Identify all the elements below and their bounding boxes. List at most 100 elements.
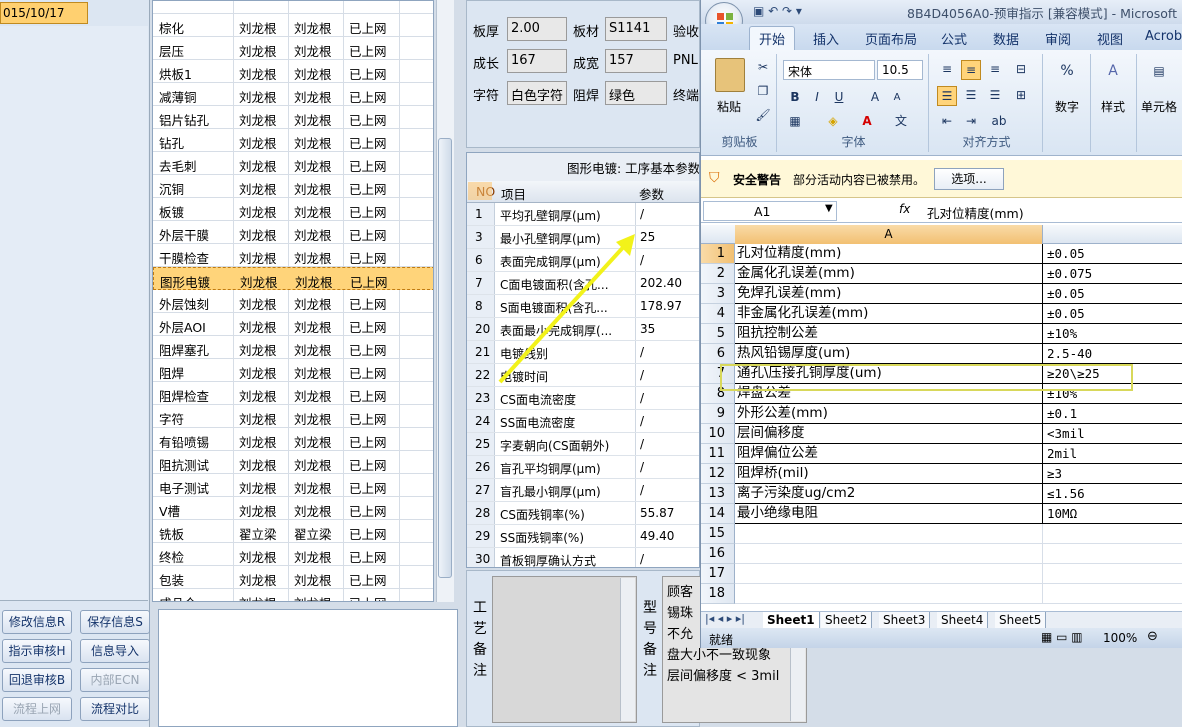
process-row[interactable]: 外层干膜 刘龙根 刘龙根 已上网 [153, 221, 433, 244]
row-number[interactable]: 6 [701, 344, 735, 364]
cell-a[interactable] [735, 544, 1043, 564]
row-number[interactable]: 10 [701, 424, 735, 444]
tab-view[interactable]: 视图 [1097, 29, 1123, 48]
cell-b[interactable]: <3mil [1043, 424, 1182, 444]
cell-b[interactable] [1043, 544, 1182, 564]
cell-a[interactable]: 非金属化孔误差(mm) [735, 304, 1043, 324]
sheet-tab-5[interactable]: Sheet5 [995, 612, 1047, 629]
style-icon[interactable]: A [1103, 62, 1123, 82]
process-row[interactable]: 字符 刘龙根 刘龙根 已上网 [153, 405, 433, 428]
cell-b[interactable]: ±0.075 [1043, 264, 1182, 284]
sheet-row[interactable]: 18 [701, 584, 1182, 604]
sheet-row[interactable]: 15 [701, 524, 1182, 544]
param-row[interactable]: 20 表面最小完成铜厚(... 35 [467, 318, 699, 341]
param-table[interactable]: 图形电镀: 工序基本参数 NO 项目 参数 1 平均孔壁铜厚(μm) / 3 最小孔壁铜… [466, 152, 700, 568]
cell-b[interactable] [1043, 564, 1182, 584]
cell-b[interactable]: 10MΩ [1043, 504, 1182, 524]
process-row[interactable]: 棕化 刘龙根 刘龙根 已上网 [153, 14, 433, 37]
row-number[interactable]: 9 [701, 404, 735, 424]
sheet-tab-3[interactable]: Sheet3 [879, 612, 931, 629]
sheet-tab-4[interactable]: Sheet4 [937, 612, 989, 629]
font-name-select[interactable]: 宋体 [783, 60, 875, 80]
cut-icon[interactable]: ✂ [753, 58, 773, 78]
row-number[interactable]: 14 [701, 504, 735, 524]
process-row[interactable]: 阻焊检查 刘龙根 刘龙根 已上网 [153, 382, 433, 405]
process-row[interactable]: 电子测试 刘龙根 刘龙根 已上网 [153, 474, 433, 497]
cell-a[interactable]: 外形公差(mm) [735, 404, 1043, 424]
cell-a[interactable]: 离子污染度ug/cm2 [735, 484, 1043, 504]
cell-b[interactable]: 2mil [1043, 444, 1182, 464]
cell-a[interactable]: 最小绝缘电阻 [735, 504, 1043, 524]
internal-ecn-button[interactable]: 内部ECN [80, 668, 150, 692]
sheet-row[interactable]: 3 免焊孔误差(mm) ±0.05 [701, 284, 1182, 304]
tab-data[interactable]: 数据 [993, 29, 1019, 48]
param-row[interactable]: 27 盲孔最小铜厚(μm) / [467, 479, 699, 502]
process-online-button[interactable]: 流程上网 [2, 697, 72, 721]
sheet-row[interactable]: 1 孔对位精度(mm) ±0.05 [701, 244, 1182, 264]
mask-field[interactable]: 绿色 [605, 81, 667, 105]
sheet-row[interactable]: 16 [701, 544, 1182, 564]
process-row[interactable]: 包装 刘龙根 刘龙根 已上网 [153, 566, 433, 589]
process-list[interactable]: 棕化 刘龙根 刘龙根 已上网 层压 刘龙根 刘龙根 已上网 烘板1 刘龙根 刘龙根 已上网 减薄铜 刘龙根… [152, 0, 434, 602]
process-row[interactable]: 铣板 翟立梁 翟立梁 已上网 [153, 520, 433, 543]
quick-access-toolbar[interactable]: ▣ ↶ ↷ ▾ [753, 4, 802, 18]
width-field[interactable]: 157 [605, 49, 667, 73]
orientation-icon[interactable]: ab [989, 112, 1009, 132]
align-right-icon[interactable]: ☰ [985, 86, 1005, 106]
bold-icon[interactable]: B [785, 88, 805, 108]
thickness-field[interactable]: 2.00 [507, 17, 567, 41]
tab-review[interactable]: 审阅 [1045, 29, 1071, 48]
percent-icon[interactable]: % [1057, 62, 1077, 82]
cell-a[interactable]: 焊盘公差 [735, 384, 1043, 404]
cell-a[interactable]: 免焊孔误差(mm) [735, 284, 1043, 304]
row-number[interactable]: 8 [701, 384, 735, 404]
sheet-row[interactable]: 11 阻焊偏位公差 2mil [701, 444, 1182, 464]
row-number[interactable]: 11 [701, 444, 735, 464]
row-number[interactable]: 16 [701, 544, 735, 564]
date-cell[interactable]: 015/10/17 [0, 2, 88, 24]
row-number[interactable]: 7 [701, 364, 735, 384]
process-row[interactable]: 终检 刘龙根 刘龙根 已上网 [153, 543, 433, 566]
process-row[interactable]: 铝片钻孔 刘龙根 刘龙根 已上网 [153, 106, 433, 129]
process-row[interactable]: 外层蚀刻 刘龙根 刘龙根 已上网 [153, 290, 433, 313]
sheet-row[interactable]: 4 非金属化孔误差(mm) ±0.05 [701, 304, 1182, 324]
tab-page-layout[interactable]: 页面布局 [865, 29, 917, 48]
row-number[interactable]: 12 [701, 464, 735, 484]
import-info-button[interactable]: 信息导入 [80, 639, 150, 663]
process-row[interactable]: 减薄铜 刘龙根 刘龙根 已上网 [153, 83, 433, 106]
cell-a[interactable]: 层间偏移度 [735, 424, 1043, 444]
view-buttons-icon[interactable]: ▦ ▭ ▥ [1041, 630, 1083, 644]
cell-b[interactable]: ±10% [1043, 324, 1182, 344]
font-size-select[interactable]: 10.5 [877, 60, 923, 80]
cell-a[interactable]: 通孔\压接孔铜厚度(um) [735, 364, 1043, 384]
cell-b[interactable] [1043, 584, 1182, 604]
row-number[interactable]: 5 [701, 324, 735, 344]
param-row[interactable]: 25 字麦朝向(CS面朝外) / [467, 433, 699, 456]
cell-b[interactable]: ±10% [1043, 384, 1182, 404]
approve-instruction-button[interactable]: 指示审核H [2, 639, 72, 663]
font-color-icon[interactable]: A [857, 112, 877, 132]
process-row[interactable]: 成品仓 刘龙根 刘龙根 已上网 [153, 589, 433, 601]
sheet-row[interactable]: 2 金属化孔误差(mm) ±0.075 [701, 264, 1182, 284]
sheet-row[interactable]: 9 外形公差(mm) ±0.1 [701, 404, 1182, 424]
sheet-row[interactable]: 8 焊盘公差 ±10% [701, 384, 1182, 404]
param-row[interactable]: 22 电镀时间 / [467, 364, 699, 387]
param-row[interactable]: 3 最小孔壁铜厚(μm) 25 [467, 226, 699, 249]
process-row[interactable]: 烘板1 刘龙根 刘龙根 已上网 [153, 60, 433, 83]
phonetic-icon[interactable]: 文 [891, 112, 911, 132]
process-row[interactable]: 去毛刺 刘龙根 刘龙根 已上网 [153, 152, 433, 175]
cell-a[interactable] [735, 584, 1043, 604]
paste-icon[interactable] [715, 58, 745, 92]
scrollbar-thumb[interactable] [438, 138, 452, 578]
sheet-row[interactable]: 14 最小绝缘电阻 10MΩ [701, 504, 1182, 524]
row-number[interactable]: 1 [701, 244, 735, 264]
tab-acrobat[interactable]: Acrob [1145, 29, 1182, 44]
param-row[interactable]: 26 盲孔平均铜厚(μm) / [467, 456, 699, 479]
save-info-button[interactable]: 保存信息S [80, 610, 150, 634]
param-row[interactable]: 6 表面完成铜厚(μm) / [467, 249, 699, 272]
italic-icon[interactable]: I [807, 88, 827, 108]
sheet-tab-1[interactable]: Sheet1 [763, 612, 820, 629]
process-row[interactable]: 钻孔 刘龙根 刘龙根 已上网 [153, 129, 433, 152]
sheet-row[interactable]: 10 层间偏移度 <3mil [701, 424, 1182, 444]
increase-indent-icon[interactable]: ⇥ [961, 112, 981, 132]
